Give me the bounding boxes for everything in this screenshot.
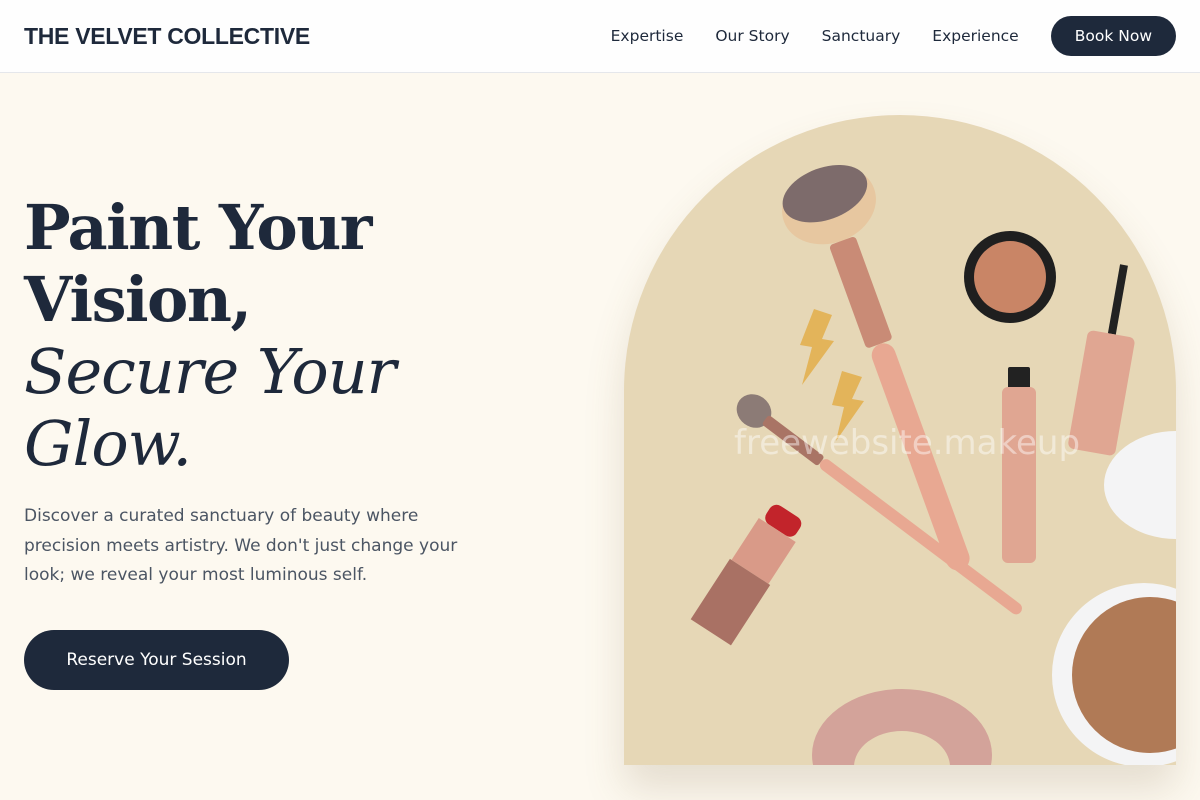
hero-image: freewebsite.makeup bbox=[624, 115, 1176, 765]
reserve-session-button[interactable]: Reserve Your Session bbox=[24, 630, 289, 690]
compact-icon bbox=[1052, 431, 1176, 765]
image-watermark: freewebsite.makeup bbox=[734, 423, 1081, 463]
lightning-earring-icon bbox=[800, 309, 864, 441]
hero-title-line-4: Glow. bbox=[24, 407, 192, 480]
brand-logo[interactable]: THE VELVET COLLECTIVE bbox=[24, 23, 310, 50]
cream-pot-icon bbox=[964, 231, 1056, 323]
site-header: THE VELVET COLLECTIVE Expertise Our Stor… bbox=[0, 0, 1200, 73]
scrunchie-icon bbox=[812, 689, 992, 765]
hero-title-line-1: Paint Your bbox=[24, 191, 372, 264]
hero-title-line-2: Vision, bbox=[24, 263, 252, 336]
book-now-button[interactable]: Book Now bbox=[1050, 16, 1176, 56]
nav-link-expertise[interactable]: Expertise bbox=[611, 27, 684, 45]
hero-description: Discover a curated sanctuary of beauty w… bbox=[24, 506, 458, 585]
nav-link-experience[interactable]: Experience bbox=[932, 27, 1018, 45]
main-nav: Expertise Our Story Sanctuary Experience… bbox=[611, 16, 1176, 56]
hero-title-line-3: Secure Your bbox=[24, 335, 396, 408]
nav-link-our-story[interactable]: Our Story bbox=[715, 27, 789, 45]
nav-link-sanctuary[interactable]: Sanctuary bbox=[822, 27, 901, 45]
lipstick-icon bbox=[690, 504, 802, 646]
hero-title: Paint Your Vision, Secure Your Glow. bbox=[24, 192, 504, 480]
